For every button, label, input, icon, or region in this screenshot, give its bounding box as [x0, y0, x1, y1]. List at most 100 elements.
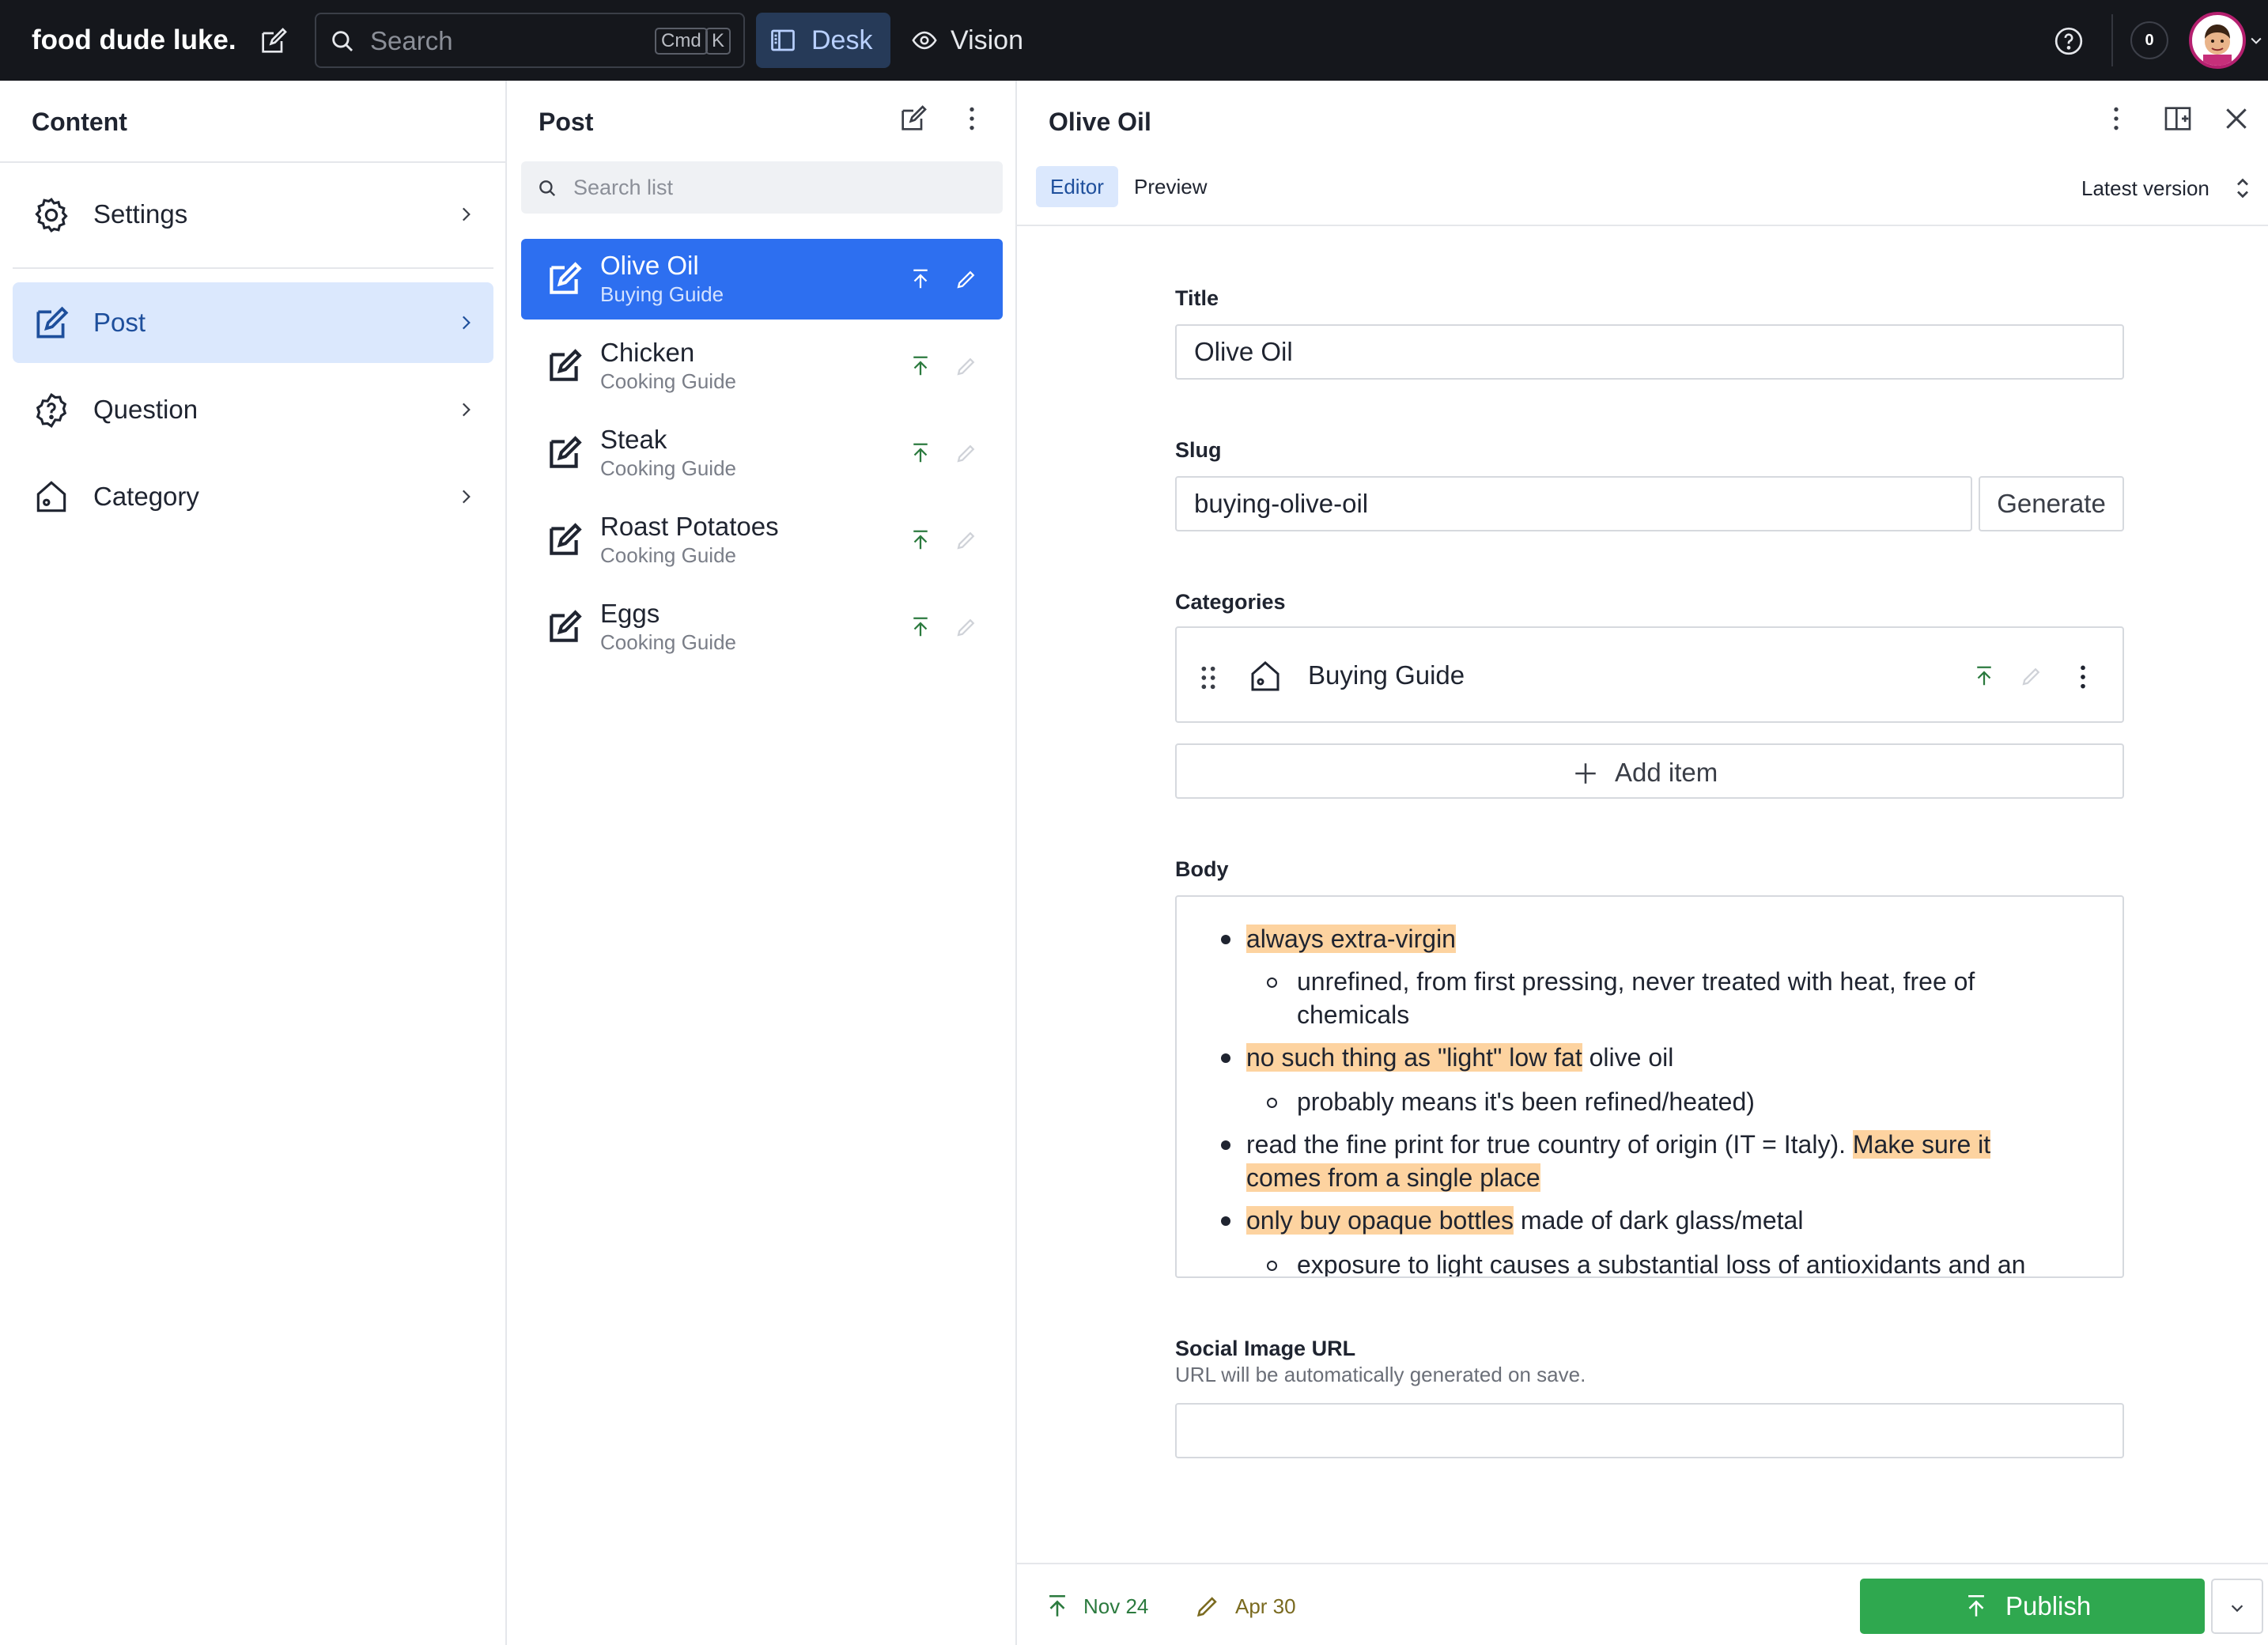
- highlighted-text: only buy opaque bottles: [1246, 1206, 1514, 1235]
- sidebar-item-category[interactable]: Category: [13, 456, 493, 537]
- document-subtitle: Cooking Guide: [600, 369, 736, 393]
- published-icon: [1972, 664, 1996, 688]
- search-list-placeholder: Search list: [573, 176, 674, 199]
- published-icon: [909, 441, 932, 465]
- publish-options-button[interactable]: [2211, 1579, 2263, 1634]
- highlighted-text: no such thing as "light" low fat: [1246, 1043, 1582, 1072]
- document-title: Chicken: [600, 338, 695, 367]
- search-icon: [537, 178, 558, 202]
- categories-field-label: Categories: [1175, 590, 1286, 614]
- highlighted-text: Make sure it: [1852, 1130, 1991, 1159]
- compose-icon: [545, 520, 584, 560]
- publish-label: Publish: [2005, 1591, 2092, 1620]
- plain-text: olive oil: [1582, 1043, 1674, 1072]
- category-item-label: Buying Guide: [1308, 660, 1465, 690]
- gear-icon: [32, 195, 71, 235]
- generate-button[interactable]: Generate: [1979, 476, 2124, 531]
- sidebar-item-label: Settings: [93, 199, 188, 229]
- add-item-label: Add item: [1615, 758, 1718, 787]
- tag-icon: [1246, 658, 1284, 696]
- compose-icon[interactable]: [255, 22, 293, 60]
- close-icon[interactable]: [2221, 103, 2257, 139]
- document-subtitle: Cooking Guide: [600, 456, 736, 480]
- compose-icon: [32, 304, 71, 343]
- tool-desk-label: Desk: [811, 25, 873, 55]
- tab-editor[interactable]: Editor: [1036, 166, 1118, 207]
- sidebar-item-label: Post: [93, 308, 146, 337]
- sidebar-item-settings[interactable]: Settings: [13, 174, 493, 255]
- publish-button[interactable]: Publish: [1860, 1579, 2205, 1634]
- title-field[interactable]: Olive Oil: [1175, 324, 2124, 380]
- tag-icon: [32, 478, 71, 517]
- list-item-steak[interactable]: Steak Cooking Guide: [521, 413, 1003, 494]
- document-title: Olive Oil: [600, 251, 699, 280]
- document-pane: Olive Oil Editor Preview Latest version …: [1017, 81, 2268, 1645]
- document-subtitle: Cooking Guide: [600, 543, 736, 567]
- sidebar-item-question[interactable]: Question: [13, 369, 493, 450]
- sidebar-item-post[interactable]: Post: [13, 282, 493, 363]
- avatar[interactable]: [2189, 12, 2246, 69]
- more-vertical-icon[interactable]: [2067, 661, 2099, 693]
- edited-icon: [954, 354, 978, 378]
- body-editor[interactable]: always extra-virgin unrefined, from firs…: [1175, 895, 2124, 1278]
- search-icon: [329, 28, 356, 59]
- global-search-input[interactable]: Search Cmd K: [315, 13, 745, 68]
- more-vertical-icon[interactable]: [956, 103, 992, 139]
- document-footer: Nov 24 Apr 30 Publish: [1017, 1563, 2268, 1645]
- highlighted-text: always extra-virgin: [1246, 925, 1456, 953]
- list-item-chicken[interactable]: Chicken Cooking Guide: [521, 326, 1003, 407]
- body-line: comes from a single place: [1246, 1161, 1540, 1194]
- compose-icon: [545, 346, 584, 386]
- list-item-eggs[interactable]: Eggs Cooking Guide: [521, 587, 1003, 667]
- version-selector[interactable]: Latest version: [2081, 176, 2209, 201]
- list-item-roast-potatoes[interactable]: Roast Potatoes Cooking Guide: [521, 500, 1003, 580]
- document-title: Eggs: [600, 599, 660, 628]
- chevron-up-down-icon[interactable]: [2233, 174, 2252, 202]
- eye-icon: [909, 27, 939, 58]
- drag-handle-icon[interactable]: [1199, 664, 1218, 691]
- list-item-olive-oil[interactable]: Olive Oil Buying Guide: [521, 239, 1003, 320]
- published-icon: [1044, 1593, 1071, 1620]
- tab-preview[interactable]: Preview: [1120, 166, 1221, 207]
- category-array-item[interactable]: Buying Guide: [1175, 626, 2124, 723]
- notification-badge[interactable]: 0: [2130, 21, 2168, 59]
- post-pane: Post Search list Olive Oil Buying Guide …: [507, 81, 1017, 1645]
- brand-name[interactable]: food dude luke.: [32, 22, 236, 59]
- body-line: only buy opaque bottles made of dark gla…: [1246, 1204, 1803, 1237]
- chevron-down-icon: [2228, 1599, 2246, 1617]
- tool-vision-label: Vision: [951, 25, 1023, 55]
- chevron-right-icon: [455, 399, 476, 420]
- tool-vision-button[interactable]: Vision: [902, 13, 1044, 68]
- compose-icon: [545, 259, 584, 299]
- chevron-down-icon[interactable]: [2247, 32, 2265, 49]
- chevron-right-icon: [455, 486, 476, 507]
- published-icon: [909, 528, 932, 552]
- help-icon[interactable]: [2051, 24, 2086, 59]
- body-line: chemicals: [1297, 1000, 1410, 1029]
- published-icon: [909, 354, 932, 378]
- edited-icon: [1194, 1593, 1221, 1620]
- add-item-button[interactable]: Add item: [1175, 743, 2124, 799]
- post-pane-title: Post: [539, 108, 594, 136]
- title-field-label: Title: [1175, 286, 1219, 310]
- body-line: always extra-virgin: [1246, 922, 1456, 955]
- plain-text: read the fine print for true country of …: [1246, 1130, 1853, 1159]
- body-line: read the fine print for true country of …: [1246, 1128, 1991, 1161]
- body-line: unrefined, from first pressing, never tr…: [1297, 967, 1975, 996]
- social-image-description: URL will be automatically generated on s…: [1175, 1363, 1586, 1386]
- split-pane-icon[interactable]: [2162, 103, 2198, 139]
- chevron-right-icon: [455, 312, 476, 333]
- body-field-label: Body: [1175, 857, 1229, 881]
- compose-icon[interactable]: [898, 103, 934, 139]
- search-list-input[interactable]: Search list: [521, 161, 1003, 214]
- social-image-url-field[interactable]: [1175, 1403, 2124, 1458]
- document-pane-title: Olive Oil: [1049, 108, 1151, 136]
- more-vertical-icon[interactable]: [2100, 103, 2137, 139]
- content-pane: Content Settings Post Question Category: [0, 81, 507, 1645]
- document-subtitle: Buying Guide: [600, 282, 724, 306]
- tool-desk-button[interactable]: Desk: [756, 13, 890, 68]
- slug-field[interactable]: buying-olive-oil: [1175, 476, 1972, 531]
- divider: [0, 161, 507, 163]
- edited-icon: [2020, 664, 2043, 688]
- shortcut-k: K: [705, 28, 731, 55]
